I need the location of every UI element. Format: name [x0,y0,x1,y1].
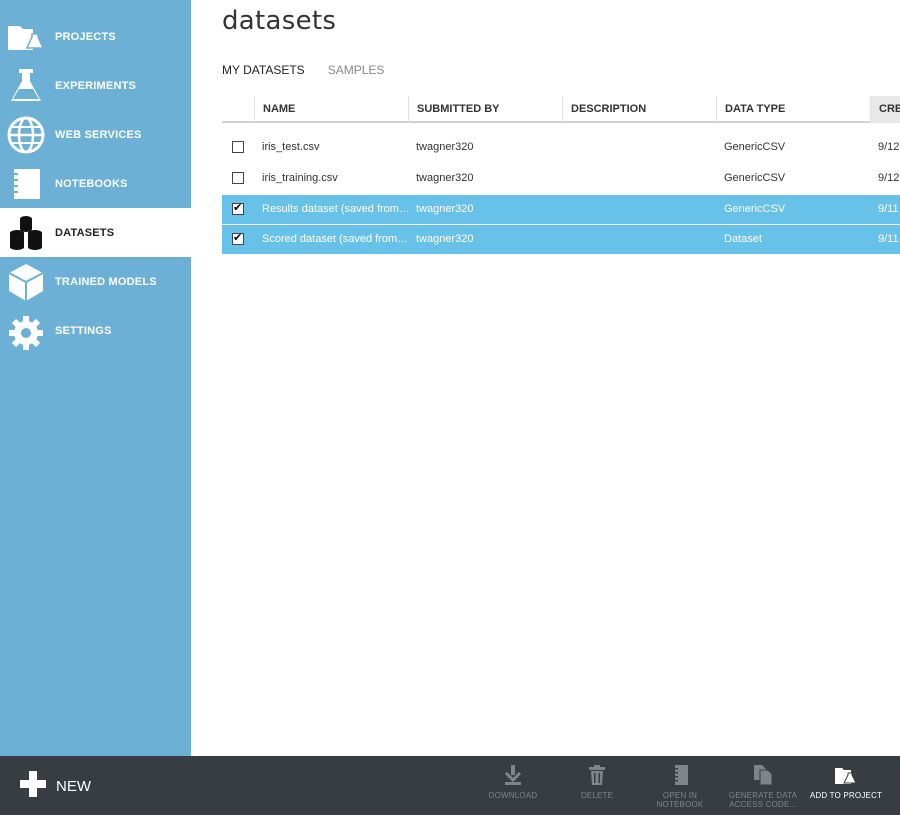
table-row[interactable]: Scored dataset (saved from… twagner320 D… [222,225,900,254]
notebook-icon [640,764,720,786]
sidebar-item-label: TRAINED MODELS [55,275,157,288]
add-to-project-icon [806,764,886,786]
generate-data-access-code-button[interactable]: GENERATE DATA ACCESS CODE... [723,764,803,814]
datasets-table: NAME SUBMITTED BY DESCRIPTION DATA TYPE … [222,96,900,266]
trash-icon [557,764,637,786]
generate-data-access-code-label: GENERATE DATA ACCESS CODE... [728,791,798,809]
column-header-description[interactable]: DESCRIPTION [562,96,716,123]
cell-submitted-by: twagner320 [416,172,474,184]
column-header-data-type[interactable]: DATA TYPE [716,96,870,123]
cell-name: Scored dataset (saved from… [262,233,408,245]
table-row[interactable]: Results dataset (saved from… twagner320 … [222,195,900,224]
cell-data-type: GenericCSV [724,141,786,153]
gear-icon [6,311,46,351]
cell-submitted-by: twagner320 [416,233,474,245]
sidebar: PROJECTS EXPERIMENTS WEB SERVICES NOTEBO… [0,0,191,756]
add-to-project-button[interactable]: ADD TO PROJECT [806,764,886,814]
sidebar-item-projects[interactable]: PROJECTS [0,12,191,61]
table-row[interactable]: iris_training.csv twagner320 GenericCSV … [222,164,900,193]
cell-description [562,225,716,254]
cell-created: 9/12 [878,172,900,184]
copy-icon [723,764,803,786]
cell-name: iris_test.csv [262,141,320,153]
new-button[interactable]: NEW [20,770,91,802]
sidebar-item-datasets[interactable]: DATASETS [0,208,191,257]
cell-data-type: GenericCSV [724,203,786,215]
cell-submitted-by: twagner320 [416,203,474,215]
column-header-created[interactable]: CRE [870,96,900,123]
cell-description [562,195,716,224]
command-bar: NEW DOWNLOAD DELETE OPEN IN NOTEBOOK GENE… [0,756,900,815]
notebook-icon [6,164,46,204]
cell-description [562,133,716,162]
cell-name: Results dataset (saved from… [262,203,408,215]
tab-samples[interactable]: SAMPLES [328,63,385,77]
row-checkbox[interactable] [232,201,244,215]
sidebar-item-web-services[interactable]: WEB SERVICES [0,110,191,159]
flask-icon [6,66,46,106]
tab-my-datasets[interactable]: MY DATASETS [222,63,305,77]
sidebar-item-label: DATASETS [55,226,115,239]
row-checkbox[interactable] [232,172,244,184]
globe-icon [6,115,46,155]
row-checkbox[interactable] [232,231,244,245]
sidebar-item-label: WEB SERVICES [55,128,142,141]
sidebar-item-settings[interactable]: SETTINGS [0,306,191,355]
add-to-project-label: ADD TO PROJECT [809,791,883,800]
row-checkbox[interactable] [232,141,244,153]
cell-name: iris_training.csv [262,172,338,184]
datasets-icon [6,213,46,253]
table-row[interactable]: iris_test.csv twagner320 GenericCSV 9/12 [222,133,900,162]
download-icon [473,764,553,786]
download-button[interactable]: DOWNLOAD [473,764,553,814]
page-title: datasets [222,6,337,36]
sidebar-item-label: NOTEBOOKS [55,177,128,190]
table-header: NAME SUBMITTED BY DESCRIPTION DATA TYPE … [222,96,900,123]
sidebar-item-trained-models[interactable]: TRAINED MODELS [0,257,191,306]
column-header-name[interactable]: NAME [254,96,408,123]
sidebar-item-notebooks[interactable]: NOTEBOOKS [0,159,191,208]
sidebar-item-label: SETTINGS [55,324,112,337]
sidebar-item-experiments[interactable]: EXPERIMENTS [0,61,191,110]
cell-data-type: Dataset [724,233,762,245]
plus-icon [20,770,46,802]
open-in-notebook-button[interactable]: OPEN IN NOTEBOOK [640,764,720,814]
column-header-submitted-by[interactable]: SUBMITTED BY [408,96,562,123]
delete-button[interactable]: DELETE [557,764,637,814]
open-in-notebook-label: OPEN IN NOTEBOOK [656,791,704,809]
cell-submitted-by: twagner320 [416,141,474,153]
cell-created: 9/12 [878,141,900,153]
sidebar-item-label: PROJECTS [55,30,116,43]
new-button-label: NEW [56,777,91,795]
sidebar-item-label: EXPERIMENTS [55,79,137,92]
projects-folder-icon [6,17,46,57]
download-label: DOWNLOAD [488,791,538,800]
delete-label: DELETE [580,791,614,800]
cube-icon [6,262,46,302]
cell-description [562,164,716,193]
dataset-tabs: MY DATASETS SAMPLES [222,63,384,77]
cell-created: 9/11 [878,233,899,245]
cell-created: 9/11 [878,203,899,215]
cell-data-type: GenericCSV [724,172,786,184]
